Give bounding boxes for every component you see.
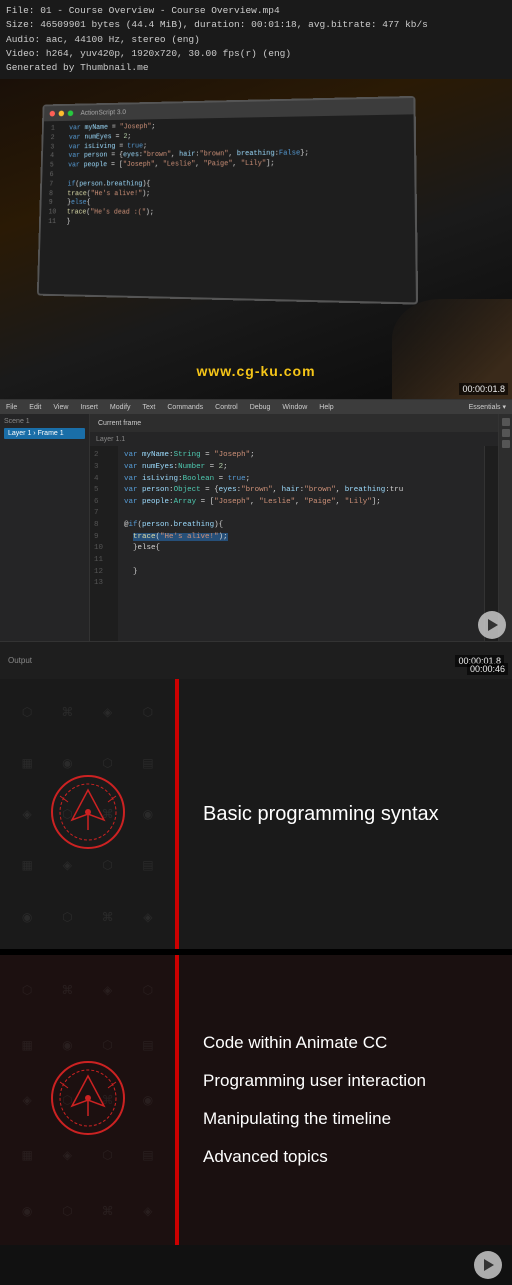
laptop-frame: ActionScript 3.0 1var myName = "Joseph";… (37, 96, 418, 305)
course-list-item-2: Manipulating the timeline (203, 1108, 488, 1130)
output-bar: Output 00:00:01.8 (0, 641, 512, 679)
video-thumbnail-1: ActionScript 3.0 1var myName = "Joseph";… (0, 79, 512, 399)
course-list-item-0: Code within Animate CC (203, 1032, 488, 1054)
course-section-1: ⬡⌘ ◈⬡ ▦◉ ⬡▤ ◈⬡ ⌘◉ ▦◈ ⬡▤ ◉⬡ ⌘◈ (0, 679, 512, 949)
watermark: www.cg-ku.com (196, 363, 315, 379)
play-button-bottom[interactable] (474, 1251, 502, 1279)
course-list-item-1: Programming user interaction (203, 1070, 488, 1092)
course-title-1: Basic programming syntax (203, 801, 439, 827)
bottom-bar (0, 1245, 512, 1285)
timestamp-3: 00:00:46 (467, 663, 508, 675)
video-thumbnail-2: File Edit View Insert Modify Text Comman… (0, 399, 512, 679)
metadata-line3: Audio: aac, 44100 Hz, stereo (eng) (6, 33, 506, 47)
timestamp-1: 00:00:01.8 (459, 383, 508, 395)
course-text-panel-1: Basic programming syntax (175, 679, 512, 949)
course-section-2: ⬡⌘ ◈⬡ ▦◉ ⬡▤ ◈⬡ ⌘◉ ▦◈ ⬡▤ ◉⬡ ⌘◈ (0, 955, 512, 1245)
pen-nib-icon-2 (48, 1058, 128, 1143)
pen-nib-icon (48, 772, 128, 857)
course-list-item-3: Advanced topics (203, 1146, 488, 1168)
code-background: ActionScript 3.0 1var myName = "Joseph";… (0, 79, 512, 399)
metadata-line4: Video: h264, yuv420p, 1920x720, 30.00 fp… (6, 47, 506, 61)
metadata-line2: Size: 46509901 bytes (44.4 MiB), duratio… (6, 18, 506, 32)
course-list-panel: Code within Animate CC Programming user … (175, 955, 512, 1245)
code-editor: Current frame Layer 1.1 234567 891011121… (90, 414, 498, 641)
course-icon-panel-1: ⬡⌘ ◈⬡ ▦◉ ⬡▤ ◈⬡ ⌘◉ ▦◈ ⬡▤ ◉⬡ ⌘◈ (0, 679, 175, 949)
course-icon-panel-2: ⬡⌘ ◈⬡ ▦◉ ⬡▤ ◈⬡ ⌘◉ ▦◈ ⬡▤ ◉⬡ ⌘◈ (0, 955, 175, 1245)
metadata-line5: Generated by Thumbnail.me (6, 61, 506, 75)
metadata-line1: File: 01 - Course Overview - Course Over… (6, 4, 506, 18)
metadata-section: File: 01 - Course Overview - Course Over… (0, 0, 512, 79)
